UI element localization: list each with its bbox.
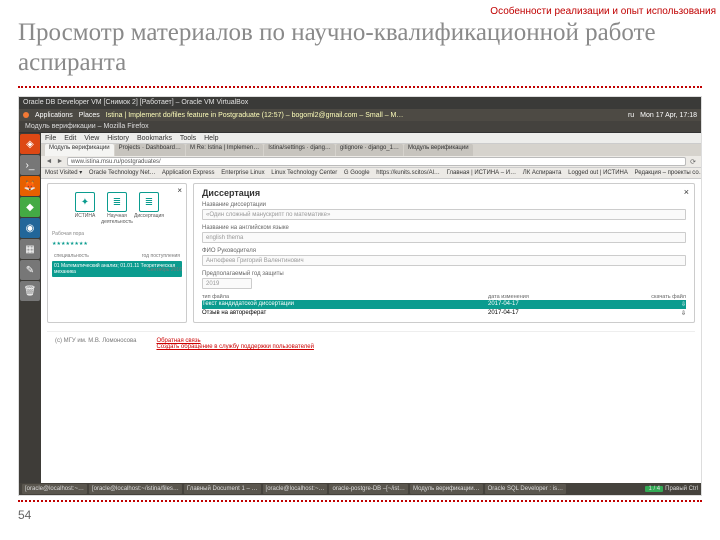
taskbar-item[interactable]: [oracle@localhost:~… [263, 484, 328, 494]
firefox-tabstrip: Модуль верификации Projects · Dashboard…… [41, 144, 701, 156]
browser-tab[interactable]: M Re: Istina | Implemen… [186, 144, 263, 156]
firefox-urlbar-row: ◄ ► www.istina.msu.ru/postgraduates/ ⟳ [41, 156, 701, 168]
launcher-app-icon[interactable]: ▦ [20, 239, 40, 259]
year-label: Предполагаемый год защиты [202, 271, 686, 277]
bookmark-item[interactable]: Редакция – проекты со… [635, 170, 701, 176]
slide-footer: 54 [18, 500, 702, 524]
bookmark-item[interactable]: Most Visited ▾ [45, 170, 82, 176]
taskbar-item[interactable]: Главный Document 1 – … [184, 484, 261, 494]
download-icon[interactable]: ⇩ [636, 301, 686, 308]
ubuntu-logo-icon [23, 112, 29, 118]
launcher-terminal-icon[interactable]: ›_ [20, 155, 40, 175]
browser-tab[interactable]: gitignore · django_1… [336, 144, 403, 156]
close-icon[interactable]: × [177, 186, 182, 195]
table-row[interactable]: Отзыв на автореферат 2017-04-17 ⇩ [202, 309, 686, 318]
menu-history[interactable]: History [107, 135, 129, 142]
firefox-window: File Edit View History Bookmarks Tools H… [41, 133, 701, 483]
taskbar-item[interactable]: [oracle@localhost:~… [22, 484, 87, 494]
table-row[interactable]: Текст кандидатской диссертации 2017-04-1… [202, 300, 686, 309]
bookmark-item[interactable]: Linux Technology Center [271, 170, 337, 176]
tile-dissertation[interactable]: ≣Диссертация [135, 192, 163, 225]
advisor-label: ФИО Руководителя [202, 248, 686, 254]
diss-name-field[interactable]: «Один сложный манускрипт по математике» [202, 209, 686, 220]
gnome-taskbar: [oracle@localhost:~… [oracle@localhost:~… [19, 483, 701, 495]
launcher-trash-icon[interactable]: 🗑 [20, 281, 40, 301]
lang-indicator[interactable]: ru [628, 112, 634, 119]
taskbar-item[interactable]: [oracle@localhost:~/istina/files… [89, 484, 182, 494]
browser-tab[interactable]: Projects · Dashboard… [115, 144, 185, 156]
browser-tab[interactable]: Istina/settings · djang… [264, 144, 335, 156]
diss-name-label: Название диссертации [202, 202, 686, 208]
taskbar-item[interactable]: Oracle SQL Developer : is… [485, 484, 566, 494]
divider [18, 86, 702, 88]
label-worktime: Рабочая пора [52, 231, 182, 237]
menu-places[interactable]: Places [79, 112, 100, 119]
bookmark-item[interactable]: https://kunits.scitos/Al… [376, 170, 440, 176]
bookmark-item[interactable]: Application Express [162, 170, 215, 176]
summary-card: × ✦ИСТИНА ≣Научная деятельность ≣Диссерт… [47, 183, 187, 323]
support-link[interactable]: Создать обращение в службу поддержки пол… [156, 344, 314, 350]
meta-year-label: год поступления [142, 253, 180, 259]
firefox-window-title: Модуль верификации – Mozilla Firefox [19, 121, 701, 133]
menu-bookmarks[interactable]: Bookmarks [137, 135, 172, 142]
menu-tools[interactable]: Tools [180, 135, 196, 142]
browser-tab[interactable]: Модуль верификации [45, 144, 114, 156]
launcher-app-icon[interactable]: ◆ [20, 197, 40, 217]
vm-hotkey-hint: Правый Ctrl [665, 486, 698, 492]
unity-launcher: ◈ ›_ 🦊 ◆ ◉ ▦ ✎ 🗑 [19, 133, 41, 483]
dissertation-dialog: × Диссертация Название диссертации «Один… [193, 183, 695, 323]
launcher-app-icon[interactable]: ◉ [20, 218, 40, 238]
bookmark-item[interactable]: Главная | ИСТИНА – И… [447, 170, 516, 176]
launcher-firefox-icon[interactable]: 🦊 [20, 176, 40, 196]
forward-icon[interactable]: ► [56, 158, 64, 166]
vm-titlebar: Oracle DB Developer VM [Снимок 2] [Работ… [19, 97, 701, 109]
browser-tab[interactable]: Модуль верификации [404, 144, 473, 156]
menu-edit[interactable]: Edit [64, 135, 76, 142]
ubuntu-top-bar: Applications Places Istina | Implement d… [19, 109, 701, 121]
workspace-pager[interactable]: 1 / 4 [645, 486, 663, 492]
clock: Mon 17 Apr, 17:18 [640, 112, 697, 119]
bookmark-item[interactable]: Oracle Technology Net… [89, 170, 156, 176]
bookmark-item[interactable]: ЛК Аспиранта [523, 170, 562, 176]
screenshot-frame: Oracle DB Developer VM [Снимок 2] [Работ… [18, 96, 702, 496]
page-footer: (c) МГУ им. М.В. Ломоносова Обратная свя… [47, 331, 695, 356]
year-field[interactable]: 2019 [202, 278, 252, 289]
files-table-header: тип файла дата изменения скачать файл [202, 294, 686, 300]
advisor-field[interactable]: Антюфеев Григорий Валентинович [202, 255, 686, 266]
tile-activity[interactable]: ≣Научная деятельность [103, 192, 131, 225]
bookmark-item[interactable]: G Google [344, 170, 370, 176]
taskbar-item[interactable]: Модуль верификации… [410, 484, 483, 494]
vm-title: Oracle DB Developer VM [Снимок 2] [Работ… [23, 97, 248, 109]
label-rating: ★★★★★★★★ [52, 241, 182, 247]
dialog-title: Диссертация [202, 188, 686, 198]
download-icon[interactable]: ⇩ [636, 310, 686, 317]
close-icon[interactable]: × [684, 187, 689, 197]
launcher-files-icon[interactable]: ◈ [20, 134, 40, 154]
url-input[interactable]: www.istina.msu.ru/postgraduates/ [67, 157, 686, 166]
tile-istina[interactable]: ✦ИСТИНА [71, 192, 99, 225]
firefox-menu-bar: File Edit View History Bookmarks Tools H… [41, 133, 701, 144]
menu-applications[interactable]: Applications [35, 112, 73, 119]
menu-help[interactable]: Help [204, 135, 218, 142]
menu-view[interactable]: View [84, 135, 99, 142]
menu-file[interactable]: File [45, 135, 56, 142]
back-icon[interactable]: ◄ [45, 158, 53, 166]
page-number: 54 [18, 508, 31, 522]
slide-context-label: Особенности реализации и опыт использова… [490, 6, 716, 17]
reload-icon[interactable]: ⟳ [689, 158, 697, 166]
launcher-app-icon[interactable]: ✎ [20, 260, 40, 280]
diss-eng-field[interactable]: english thema [202, 232, 686, 243]
bookmarks-bar: Most Visited ▾ Oracle Technology Net… Ap… [41, 168, 701, 179]
active-window-label: Istina | Implement do/files feature in P… [106, 112, 404, 119]
bookmark-item[interactable]: Logged out | ИСТИНА [568, 170, 628, 176]
diss-eng-label: Название на английском языке [202, 225, 686, 231]
meta-speciality-label: специальность [54, 253, 89, 259]
taskbar-item[interactable]: oracle-postgre-DB –[~/ist… [329, 484, 408, 494]
bookmark-item[interactable]: Enterprise Linux [221, 170, 264, 176]
copyright: (c) МГУ им. М.В. Ломоносова [55, 338, 136, 350]
page-content: × ✦ИСТИНА ≣Научная деятельность ≣Диссерт… [41, 179, 701, 483]
